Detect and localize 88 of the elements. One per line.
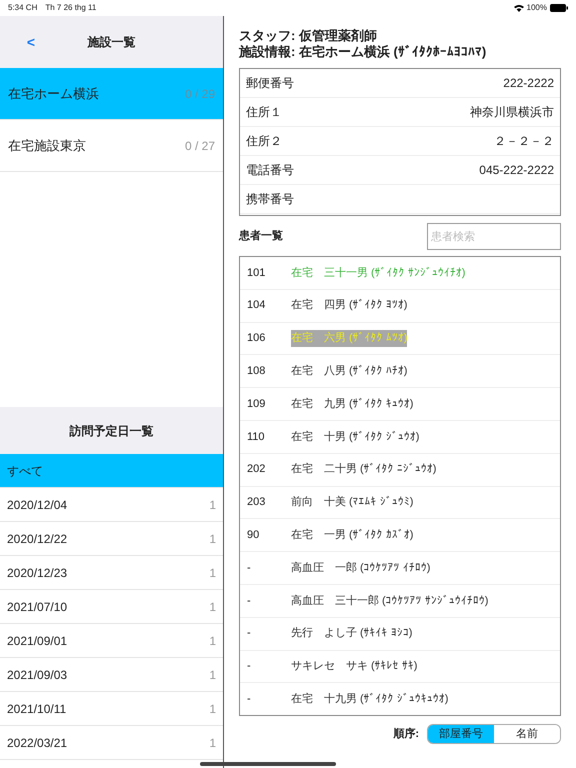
facility-count: 0 / 27 [184, 138, 215, 154]
date-count: 1 [209, 564, 216, 582]
patient-name: 高血圧 三十一郎 (ｺｳｹﾂｱﾂ ｻﾝｼﾞｭｳｲﾁﾛｳ) [291, 594, 488, 609]
patient-name: 在宅 八男 (ｻﾞｲﾀｸ ﾊﾁｵ) [291, 364, 408, 380]
room-number: - [247, 692, 252, 707]
patient-name: 在宅 十九男 (ｻﾞｲﾀｸ ｼﾞｭｳｷｭｳｵ) [291, 692, 448, 707]
patient-row[interactable]: - 高血圧 三十一郎 (ｺｳｹﾂｱﾂ ｻﾝｼﾞｭｳｲﾁﾛｳ) [240, 584, 560, 618]
patient-row[interactable]: 104 在宅 四男 (ｻﾞｲﾀｸ ﾖﾂｵ) [240, 290, 560, 323]
date-label: 2021/07/10 [7, 598, 68, 616]
room-number: 202 [247, 462, 266, 478]
status-date: Th 7 26 thg 11 [45, 2, 96, 14]
patient-list-title: 患者一覧 [239, 228, 283, 244]
room-number: 104 [247, 298, 266, 314]
battery-percent: 100% [526, 2, 547, 14]
info-label: 住所１ [246, 104, 282, 121]
room-number: - [247, 659, 252, 674]
date-label: 2020/12/04 [7, 496, 68, 514]
staff-title: スタッフ: 仮管理薬剤師 [239, 28, 378, 44]
patient-row[interactable]: 106 在宅 六男 (ｻﾞｲﾀｸ ﾑﾂｵ) [240, 322, 560, 356]
patient-row[interactable]: 101 在宅 三十一男 (ｻﾞｲﾀｸ ｻﾝｼﾞｭｳｲﾁｵ) [240, 257, 560, 290]
room-number: 109 [247, 396, 266, 412]
section-title: 訪問予定日一覧 [70, 422, 154, 440]
info-value: 神奈川県横浜市 [470, 104, 554, 121]
patient-row[interactable]: - 先行 よし子 (ｻｷｲｷ ﾖｼｺ) [240, 618, 560, 651]
patient-row[interactable]: 203 前向 十美 (ﾏｴﾑｷ ｼﾞｭｳﾐ) [240, 486, 560, 520]
facility-name: 在宅施設東京 [8, 136, 86, 155]
room-number: 101 [247, 266, 266, 281]
date-label: 2021/10/11 [7, 700, 66, 718]
room-number: 90 [247, 528, 260, 544]
patient-name: 在宅 三十一男 (ｻﾞｲﾀｸ ｻﾝｼﾞｭｳｲﾁｵ) [291, 266, 466, 281]
info-value: 045-222-2222 [479, 162, 554, 179]
info-label: 住所２ [246, 133, 282, 150]
patient-name: 在宅 二十男 (ｻﾞｲﾀｸ ﾆｼﾞｭｳｵ) [291, 462, 436, 478]
battery-icon [550, 4, 568, 12]
patient-row[interactable]: 202 在宅 二十男 (ｻﾞｲﾀｸ ﾆｼﾞｭｳｵ) [240, 454, 560, 487]
date-label: 2020/12/22 [7, 530, 68, 548]
sort-label: 順序: [393, 726, 419, 742]
patient-row[interactable]: 109 在宅 九男 (ｻﾞｲﾀｸ ｷｭｳｵ) [240, 388, 560, 421]
date-count: 1 [209, 666, 216, 684]
patient-name: 在宅 一男 (ｻﾞｲﾀｸ ｶｽﾞｵ) [291, 528, 414, 544]
room-number: 106 [247, 331, 266, 346]
room-number: - [247, 626, 252, 642]
patient-row[interactable]: 110 在宅 十男 (ｻﾞｲﾀｸ ｼﾞｭｳｵ) [240, 420, 560, 454]
info-label: 郵便番号 [246, 75, 294, 92]
patient-name: 在宅 九男 (ｻﾞｲﾀｸ ｷｭｳｵ) [291, 396, 414, 412]
patient-name: 在宅 六男 (ｻﾞｲﾀｸ ﾑﾂｵ) [291, 330, 408, 347]
facility-item[interactable]: 在宅ホーム横浜 0 / 29 [0, 68, 223, 120]
room-number: - [247, 560, 252, 576]
facility-name: 在宅ホーム横浜 [8, 84, 99, 103]
patient-name: 在宅 十男 (ｻﾞｲﾀｸ ｼﾞｭｳｵ) [291, 430, 420, 445]
patient-row[interactable]: - 在宅 十九男 (ｻﾞｲﾀｸ ｼﾞｭｳｷｭｳｵ) [240, 683, 560, 715]
room-number: 108 [247, 364, 266, 380]
back-button[interactable]: < [24, 32, 38, 52]
wifi-icon [514, 4, 524, 12]
info-value: ２－２－２ [494, 133, 554, 150]
date-label: 2022/03/21 [7, 734, 68, 752]
patient-row[interactable]: 90 在宅 一男 (ｻﾞｲﾀｸ ｶｽﾞｵ) [240, 519, 560, 552]
facility-count: 0 / 29 [184, 86, 215, 102]
date-count: 1 [209, 530, 216, 548]
patient-row[interactable]: 108 在宅 八男 (ｻﾞｲﾀｸ ﾊﾁｵ) [240, 355, 560, 388]
patient-search-field[interactable]: 患者検索 [427, 223, 561, 250]
sort-option[interactable]: 部屋番号 [428, 725, 494, 743]
patient-row[interactable]: - 高血圧 一郎 (ｺｳｹﾂｱﾂ ｲﾁﾛｳ) [240, 552, 560, 585]
date-count: 1 [209, 700, 216, 718]
patient-name: 高血圧 一郎 (ｺｳｹﾂｱﾂ ｲﾁﾛｳ) [291, 560, 430, 576]
info-label: 携帯番号 [246, 191, 294, 208]
date-count: 1 [209, 496, 216, 514]
facility-title: 施設情報: 在宅ホーム横浜 (ｻﾞｲﾀｸﾎｰﾑﾖｺﾊﾏ) [239, 44, 488, 60]
date-label: 2021/09/01 [7, 632, 68, 650]
info-value: 222-2222 [503, 75, 554, 92]
date-label: 2021/09/03 [7, 666, 68, 684]
patient-name: サキレセ サキ (ｻｷﾚｾ ｻｷ) [291, 659, 418, 674]
info-label: 電話番号 [246, 162, 294, 179]
room-number: 110 [247, 430, 266, 445]
patient-name: 先行 よし子 (ｻｷｲｷ ﾖｼｺ) [291, 626, 412, 642]
nav-title: 施設一覧 [88, 34, 136, 51]
room-number: - [247, 594, 252, 609]
date-count: 1 [209, 632, 216, 650]
room-number: 203 [247, 495, 266, 510]
date-count: 1 [209, 734, 216, 752]
patient-name: 前向 十美 (ﾏｴﾑｷ ｼﾞｭｳﾐ) [291, 494, 414, 510]
date-label: 2020/12/23 [7, 564, 68, 582]
date-label: すべて [7, 462, 43, 480]
status-time: 5:34 CH [8, 2, 38, 14]
patient-row[interactable]: - サキレセ サキ (ｻｷﾚｾ ｻｷ) [240, 650, 560, 684]
patient-name: 在宅 四男 (ｻﾞｲﾀｸ ﾖﾂｵ) [291, 298, 408, 314]
date-item[interactable]: すべて [0, 454, 223, 488]
date-count: 1 [209, 598, 216, 616]
